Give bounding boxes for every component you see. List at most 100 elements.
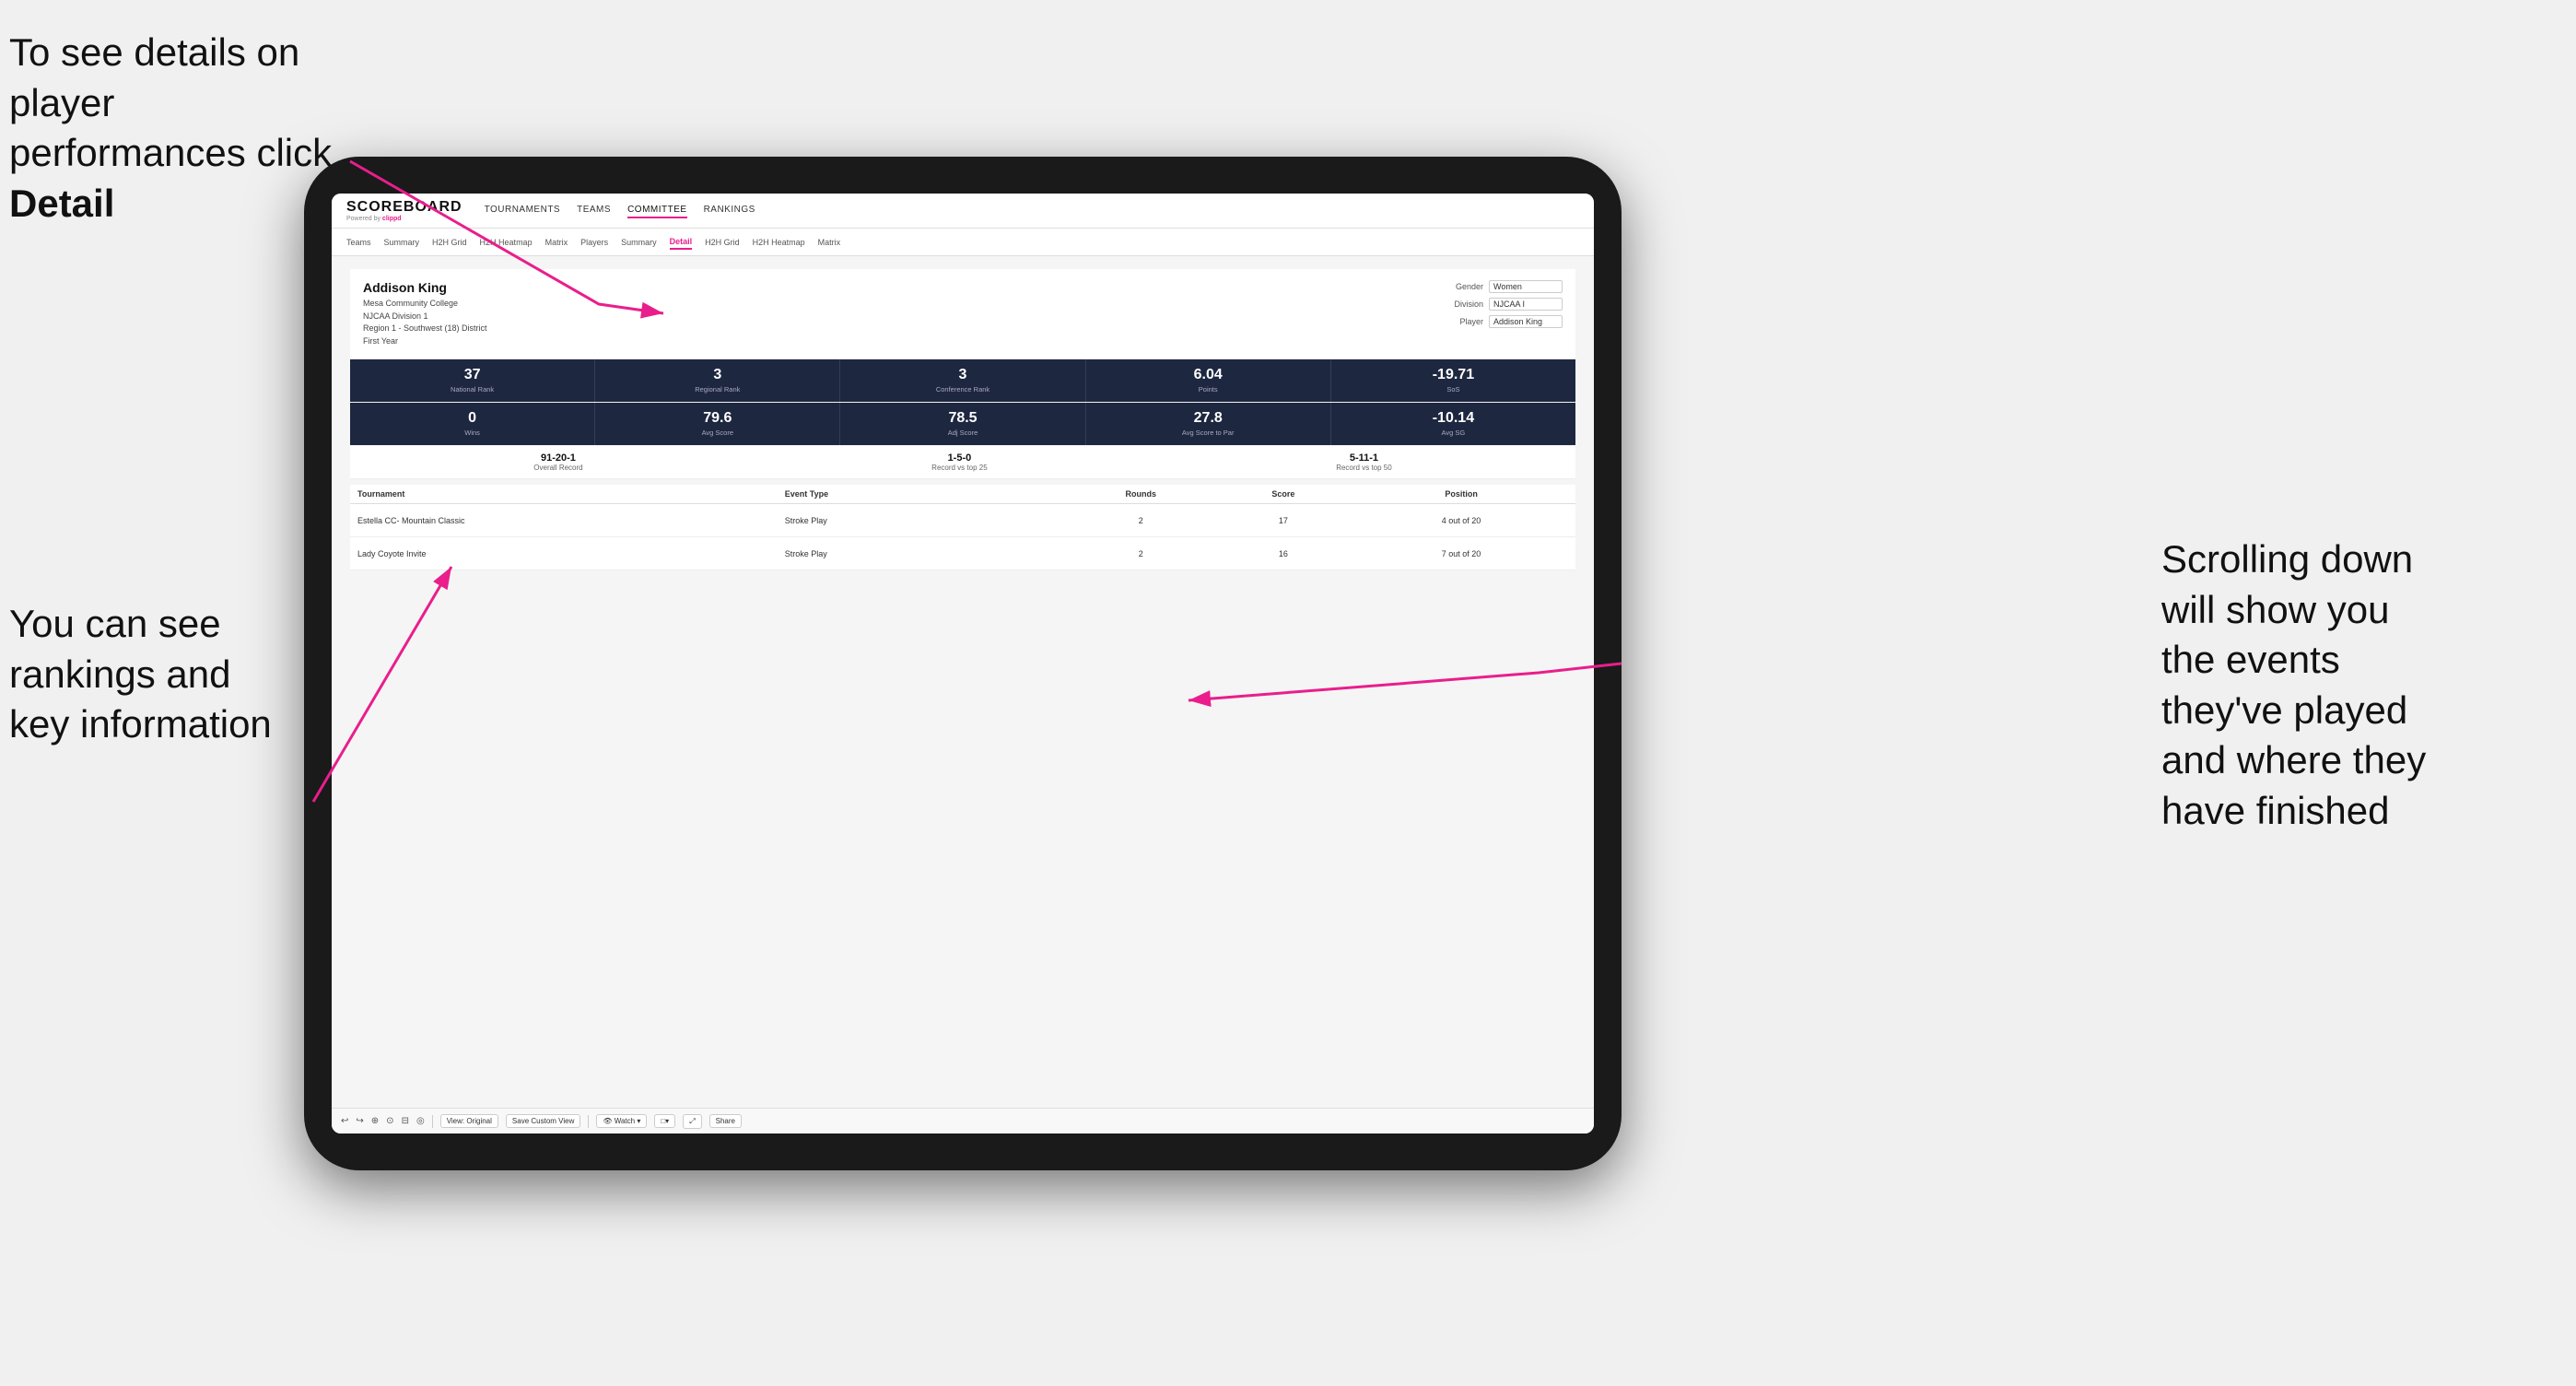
player-label: Player (1443, 317, 1483, 326)
td-rounds-1: 2 (1070, 516, 1212, 525)
stat-value-wins: 0 (354, 410, 591, 427)
stat-label-conference-rank: Conference Rank (936, 385, 989, 393)
stat-label-adj-score: Adj Score (948, 429, 978, 437)
stat-national-rank: 37 National Rank (350, 359, 595, 402)
stat-value-points: 6.04 (1090, 367, 1327, 383)
division-label: Division (1443, 300, 1483, 309)
th-rounds: Rounds (1070, 489, 1212, 499)
stat-value-avg-sg: -10.14 (1335, 410, 1572, 427)
stat-label-avg-score-to-par: Avg Score to Par (1182, 429, 1235, 437)
stat-label-avg-sg: Avg SG (1442, 429, 1466, 437)
sub-nav-summary2[interactable]: Summary (621, 236, 657, 249)
stat-value-sos: -19.71 (1335, 367, 1572, 383)
screen: SCOREBOARD Powered by clippd TOURNAMENTS… (332, 194, 1594, 1133)
view-original-button[interactable]: View: Original (440, 1114, 498, 1128)
screen-button[interactable]: □▾ (654, 1114, 675, 1128)
top-nav: SCOREBOARD Powered by clippd TOURNAMENTS… (332, 194, 1594, 229)
stat-value-avg-score-to-par: 27.8 (1090, 410, 1327, 427)
share-button[interactable]: Share (709, 1114, 742, 1128)
record-overall-label: Overall Record (533, 464, 582, 472)
stat-avg-sg: -10.14 Avg SG (1331, 403, 1575, 445)
stat-regional-rank: 3 Regional Rank (595, 359, 840, 402)
sub-nav-h2h-heatmap2[interactable]: H2H Heatmap (753, 236, 805, 249)
division-select[interactable]: NJCAA I (1489, 298, 1563, 311)
sub-nav-teams[interactable]: Teams (346, 236, 371, 249)
annotation-bottom-left-text: You can seerankings andkey information (9, 602, 272, 746)
toolbar-add-icon[interactable]: ⊕ (371, 1116, 379, 1126)
tournament-table: Tournament Event Type Rounds Score Posit… (350, 485, 1575, 570)
save-custom-view-button[interactable]: Save Custom View (506, 1114, 580, 1128)
annotation-right-text: Scrolling downwill show youthe eventsthe… (2161, 537, 2426, 832)
sub-nav-matrix2[interactable]: Matrix (818, 236, 841, 249)
stat-conference-rank: 3 Conference Rank (840, 359, 1085, 402)
division-selector-row: Division NJCAA I (1443, 298, 1563, 311)
toolbar-separator (432, 1115, 433, 1128)
stat-avg-score-to-par: 27.8 Avg Score to Par (1086, 403, 1331, 445)
stat-label-regional-rank: Regional Rank (695, 385, 740, 393)
stat-label-national-rank: National Rank (451, 385, 494, 393)
table-row: Lady Coyote Invite Stroke Play 2 16 7 ou… (350, 537, 1575, 570)
toolbar-circle-icon[interactable]: ◎ (416, 1116, 425, 1126)
th-event-type: Event Type (785, 489, 1070, 499)
td-tournament-2: Lady Coyote Invite (357, 549, 785, 558)
stat-value-avg-score: 79.6 (599, 410, 836, 427)
record-top50-label: Record vs top 50 (1336, 464, 1391, 472)
toolbar-redo-icon[interactable]: ↪ (356, 1116, 363, 1126)
record-overall-value: 91-20-1 (533, 452, 582, 464)
toolbar-view-icon[interactable]: ⊙ (386, 1116, 393, 1126)
annotation-top-left-text: To see details on player performances cl… (9, 30, 332, 225)
sub-nav-players[interactable]: Players (580, 236, 608, 249)
table-header: Tournament Event Type Rounds Score Posit… (350, 485, 1575, 504)
sub-nav-summary[interactable]: Summary (384, 236, 420, 249)
annotation-top-left: To see details on player performances cl… (9, 28, 359, 229)
record-top25: 1-5-0 Record vs top 25 (931, 452, 987, 472)
tablet: SCOREBOARD Powered by clippd TOURNAMENTS… (304, 157, 1622, 1170)
record-overall: 91-20-1 Overall Record (533, 452, 582, 472)
nav-tournaments[interactable]: TOURNAMENTS (485, 203, 561, 218)
record-top50-value: 5-11-1 (1336, 452, 1391, 464)
player-region: Region 1 - Southwest (18) District (363, 323, 487, 335)
td-rounds-2: 2 (1070, 549, 1212, 558)
player-select[interactable]: Addison King (1489, 315, 1563, 328)
sub-nav-matrix[interactable]: Matrix (545, 236, 568, 249)
nav-teams[interactable]: TEAMS (577, 203, 611, 218)
record-top25-label: Record vs top 25 (931, 464, 987, 472)
stat-avg-score: 79.6 Avg Score (595, 403, 840, 445)
player-division: NJCAA Division 1 (363, 311, 487, 323)
player-college: Mesa Community College (363, 298, 487, 311)
nav-items: TOURNAMENTS TEAMS COMMITTEE RANKINGS (485, 203, 755, 218)
player-selector-row: Player Addison King (1443, 315, 1563, 328)
annotation-detail-bold: Detail (9, 182, 114, 225)
td-score-2: 16 (1212, 549, 1355, 558)
gender-select[interactable]: Women (1489, 280, 1563, 293)
main-content: Addison King Mesa Community College NJCA… (332, 256, 1594, 1108)
nav-rankings[interactable]: RANKINGS (704, 203, 755, 218)
bottom-toolbar: ↩ ↪ ⊕ ⊙ ⊟ ◎ View: Original Save Custom V… (332, 1108, 1594, 1133)
gender-label: Gender (1443, 282, 1483, 291)
logo-scoreboard: SCOREBOARD (346, 199, 463, 216)
gender-selector-row: Gender Women (1443, 280, 1563, 293)
sub-nav-detail[interactable]: Detail (670, 235, 693, 250)
watch-button[interactable]: 👁 Watch ▾ (596, 1114, 647, 1128)
toolbar-undo-icon[interactable]: ↩ (341, 1116, 348, 1126)
td-score-1: 17 (1212, 516, 1355, 525)
td-tournament-1: Estella CC- Mountain Classic (357, 516, 785, 525)
toolbar-minus-icon[interactable]: ⊟ (402, 1116, 409, 1126)
expand-button[interactable]: ⤢ (683, 1114, 701, 1129)
stats-row-2: 0 Wins 79.6 Avg Score 78.5 Adj Score 27.… (350, 403, 1575, 445)
logo-area: SCOREBOARD Powered by clippd (346, 199, 463, 222)
td-event-1: Stroke Play (785, 516, 1070, 525)
sub-nav-h2h-grid2[interactable]: H2H Grid (705, 236, 740, 249)
stat-value-national-rank: 37 (354, 367, 591, 383)
stat-value-conference-rank: 3 (844, 367, 1081, 383)
nav-committee[interactable]: COMMITTEE (627, 203, 687, 218)
player-year: First Year (363, 335, 487, 348)
stat-label-sos: SoS (1446, 385, 1459, 393)
scoreboard-app: SCOREBOARD Powered by clippd TOURNAMENTS… (332, 194, 1594, 1133)
sub-nav-h2h-grid[interactable]: H2H Grid (432, 236, 467, 249)
annotation-bottom-left: You can seerankings andkey information (9, 599, 359, 750)
toolbar-separator-2 (588, 1115, 589, 1128)
record-top25-value: 1-5-0 (931, 452, 987, 464)
stat-value-regional-rank: 3 (599, 367, 836, 383)
sub-nav-h2h-heatmap[interactable]: H2H Heatmap (480, 236, 533, 249)
